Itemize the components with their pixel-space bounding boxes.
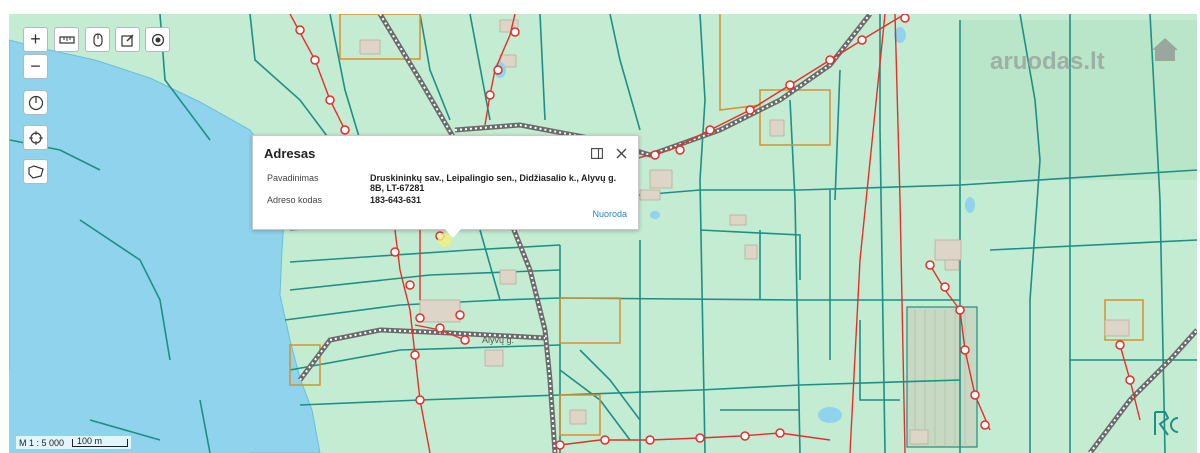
code-value: 183-643-631 xyxy=(370,195,422,205)
zoom-out-button[interactable]: − xyxy=(23,54,48,79)
popup-title: Adresas xyxy=(264,146,316,161)
directions-link[interactable]: Nuoroda xyxy=(592,209,627,219)
popup-tail xyxy=(445,229,461,238)
street-label: Alyvų g. xyxy=(482,335,514,345)
edit-icon xyxy=(120,34,133,47)
target-icon xyxy=(151,33,164,46)
edit-button[interactable] xyxy=(115,27,140,52)
top-strip xyxy=(0,0,1200,14)
measure-icon xyxy=(58,35,75,44)
map-svg: Alyvų g. xyxy=(9,14,1197,453)
rc-logo xyxy=(1154,411,1179,436)
close-icon xyxy=(616,148,626,158)
target-button[interactable] xyxy=(145,27,170,52)
shape-button[interactable] xyxy=(23,159,48,184)
measure-button[interactable] xyxy=(54,27,79,52)
power-button[interactable] xyxy=(23,90,48,115)
dock-button[interactable] xyxy=(589,145,605,161)
close-button[interactable] xyxy=(613,145,629,161)
mouse-icon xyxy=(92,32,103,47)
name-label: Pavadinimas xyxy=(267,173,319,183)
hatched-field xyxy=(906,306,978,448)
map-frame: Alyvų g. aruodas.lt + − Adresas Pavadini… xyxy=(0,0,1200,453)
power-icon xyxy=(28,95,43,110)
scale-bar: M 1 : 5 000 100 m xyxy=(16,435,132,449)
locate-icon xyxy=(28,130,43,145)
select-button[interactable] xyxy=(85,27,110,52)
name-value: Druskininkų sav., Leipalingio sen., Didž… xyxy=(370,173,617,193)
watermark-house-icon xyxy=(1152,38,1178,61)
watermark: aruodas.lt xyxy=(990,48,1105,75)
zoom-in-button[interactable]: + xyxy=(23,27,48,52)
shape-icon xyxy=(27,164,44,179)
dock-icon xyxy=(591,147,603,159)
address-popup: Adresas Pavadinimas Druskininkų sav., Le… xyxy=(252,135,639,238)
locate-button[interactable] xyxy=(23,125,48,150)
scale-bar-label: 100 m xyxy=(77,435,103,446)
scale-ratio: M 1 : 5 000 xyxy=(19,437,65,448)
scale-line: 100 m xyxy=(72,435,129,447)
map-canvas[interactable]: Alyvų g. xyxy=(9,14,1197,453)
code-label: Adreso kodas xyxy=(267,195,323,205)
